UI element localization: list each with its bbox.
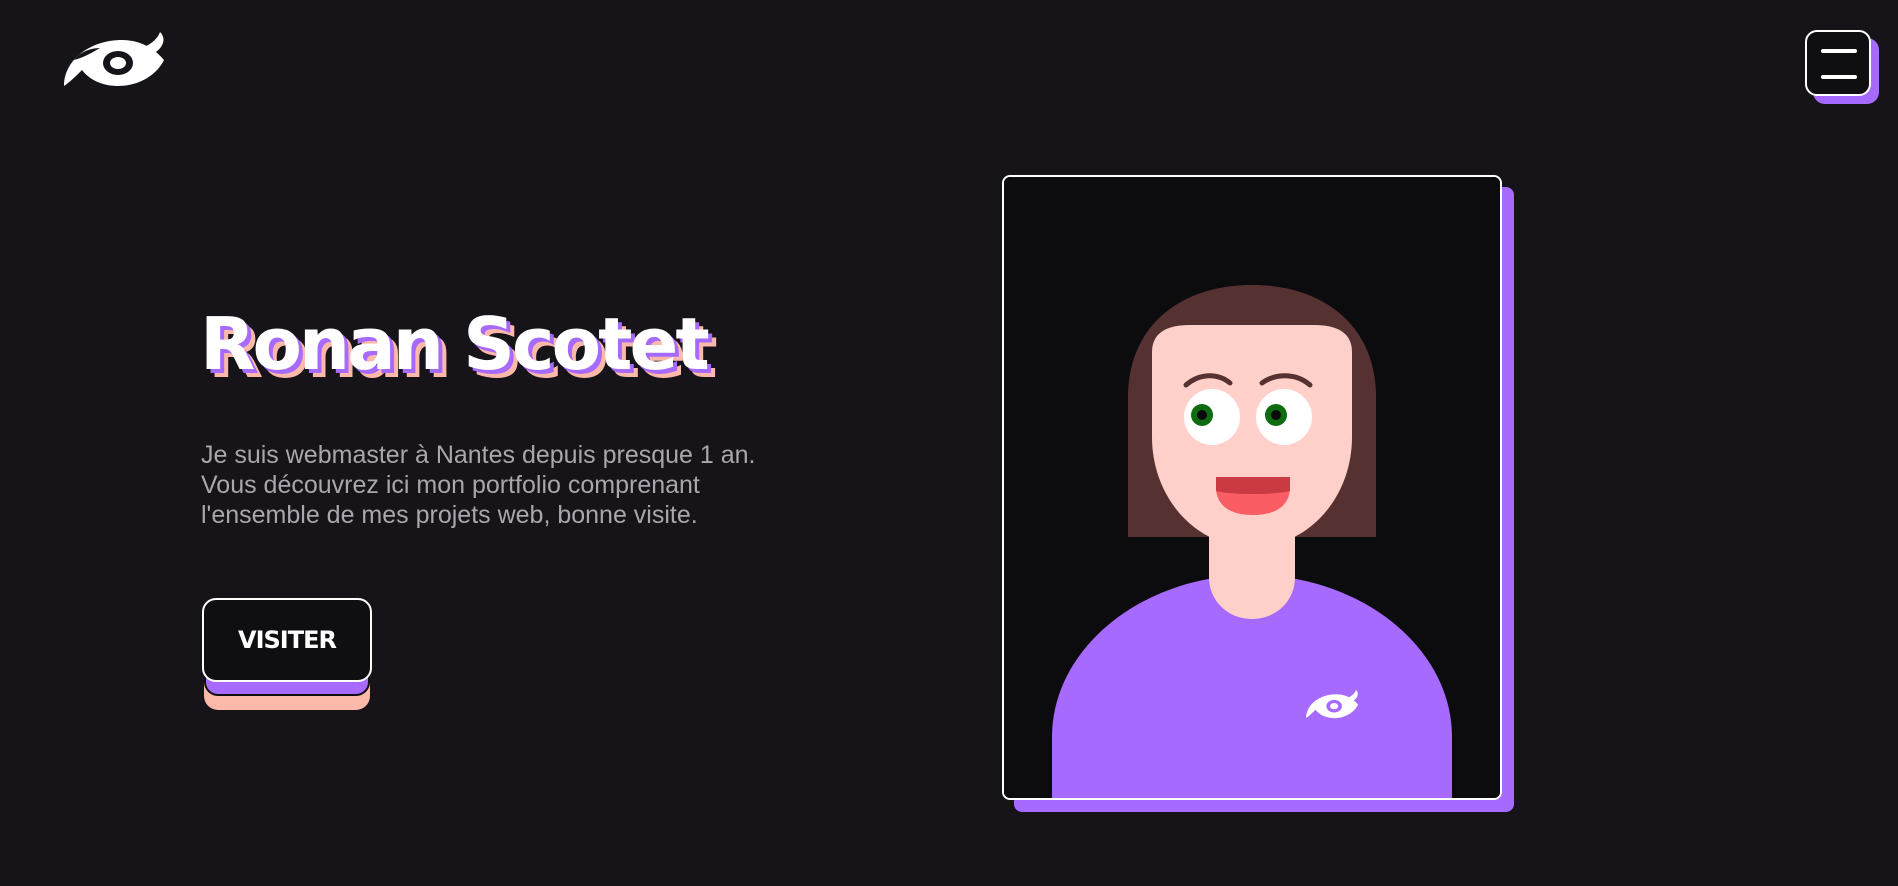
hamburger-menu-icon [1821, 49, 1857, 53]
hamburger-menu-icon-bar [1821, 75, 1857, 79]
hero-description: Je suis webmaster à Nantes depuis presqu… [201, 441, 756, 529]
swirl-logo-icon[interactable] [60, 30, 168, 90]
visit-button[interactable]: VISITER [202, 598, 372, 682]
avatar-illustration [1004, 177, 1500, 798]
visit-button-group: VISITER [202, 598, 372, 714]
menu-button[interactable] [1805, 30, 1871, 96]
hero-name: Ronan Scotet [200, 302, 710, 386]
portrait-frame [1002, 175, 1502, 800]
